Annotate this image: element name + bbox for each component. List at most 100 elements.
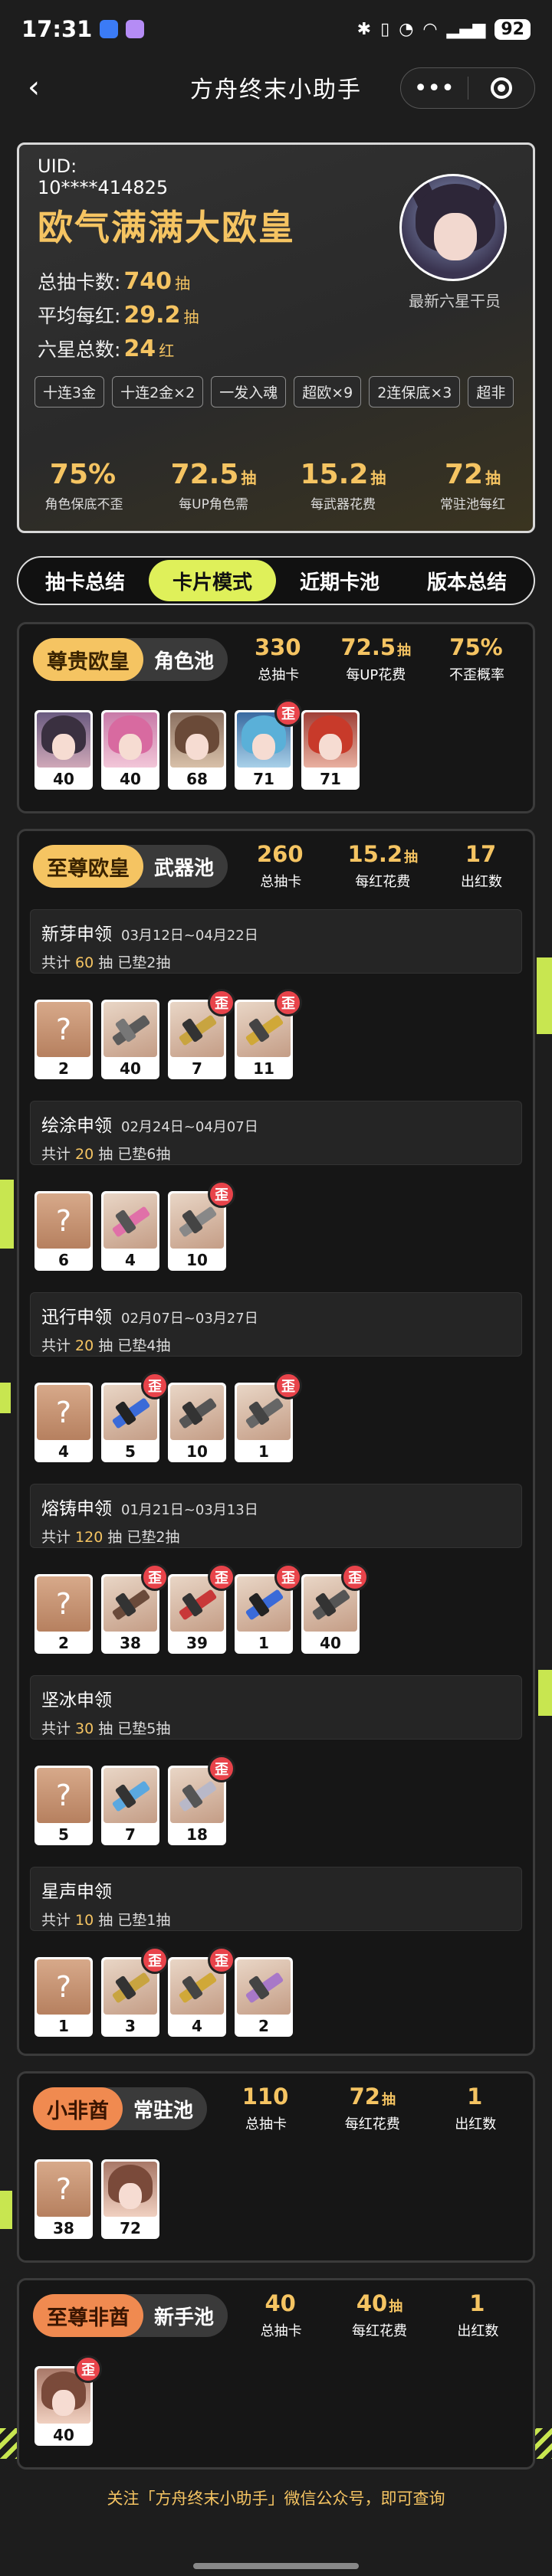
pool-stat: 40 总抽卡 bbox=[260, 2290, 302, 2339]
weapon-card[interactable]: 11 歪 bbox=[235, 989, 302, 1079]
off-banner-badge: 歪 bbox=[208, 1563, 235, 1591]
tab-version-summary[interactable]: 版本总结 bbox=[403, 560, 531, 601]
avatar-caption: 最新六星干员 bbox=[409, 292, 501, 310]
close-button[interactable] bbox=[468, 68, 535, 108]
unknown-card[interactable]: ? 38 bbox=[34, 2159, 93, 2239]
profile-metrics: 75% 角色保底不歪 72.5 抽每UP角色需 15.2 抽每武器花费 72 抽常驻池每… bbox=[19, 459, 537, 512]
unknown-card[interactable]: ? 6 bbox=[34, 1191, 93, 1271]
operator-card[interactable]: 72 bbox=[101, 2159, 159, 2239]
banner-name: 绘涂申领 bbox=[41, 1116, 112, 1136]
pool-stat: 17 出红数 bbox=[461, 840, 502, 890]
weapon-card[interactable]: 3歪 bbox=[101, 1946, 169, 2037]
pool-stat: 15.2 抽每红花费 bbox=[347, 840, 419, 890]
achievement-tags: 十连3金 十连2金×2 一发入魂 超欧×9 2连保底×3 超非 bbox=[34, 376, 525, 408]
weapon-cards: ? 2 40 7歪 11 歪 bbox=[34, 989, 302, 1079]
operator-card[interactable]: 68 bbox=[168, 710, 226, 790]
weapon-cards: ? 6 4 10 歪 bbox=[34, 1180, 235, 1271]
weapon-card[interactable]: 10 bbox=[168, 1383, 226, 1462]
operator-card[interactable]: 40 歪 bbox=[34, 2355, 102, 2446]
vibrate-icon: ▯ bbox=[380, 19, 390, 39]
banner-name: 迅行申领 bbox=[41, 1308, 112, 1327]
wifi-icon: ◠ bbox=[422, 19, 438, 39]
status-bar: 17:31 ✱ ▯ ◔ ◠ ▂▄▆ 92 bbox=[0, 0, 552, 58]
achievement-tag: 超欧×9 bbox=[294, 376, 362, 408]
off-banner-badge: 歪 bbox=[274, 699, 302, 727]
signal-icon: ▂▄▆ bbox=[446, 19, 486, 39]
status-time: 17:31 bbox=[21, 16, 93, 42]
character-cards: 40 40 68 71 歪 71 bbox=[34, 699, 360, 790]
weapon-card[interactable]: 5歪 bbox=[101, 1372, 169, 1462]
uid-value: 10****414825 bbox=[38, 177, 169, 198]
off-banner-badge: 歪 bbox=[74, 2355, 102, 2383]
weapon-card[interactable]: 39 歪 bbox=[168, 1563, 235, 1654]
pool-stat: 330 总抽卡 bbox=[254, 633, 301, 683]
off-banner-badge: 歪 bbox=[274, 1563, 302, 1591]
achievement-tag: 十连2金×2 bbox=[112, 376, 204, 408]
weapon-card[interactable]: 1歪 bbox=[235, 1563, 302, 1654]
banner-name: 坚冰申领 bbox=[41, 1691, 112, 1710]
pool-header: 至尊欧皇 武器池 260 总抽卡 15.2 抽每红花费 17 出红数 bbox=[33, 840, 524, 890]
operator-card[interactable]: 40 bbox=[101, 710, 159, 790]
operator-card[interactable]: 71 bbox=[301, 710, 360, 790]
banner-name: 熔铸申领 bbox=[41, 1499, 112, 1519]
banner-summary: 共计 20 抽 已垫6抽 bbox=[41, 1146, 171, 1163]
standard-pool-section: 小非酋 常驻池 110 总抽卡 72 抽每红花费 1 出红数 ? 38 72 bbox=[17, 2071, 535, 2263]
weapon-card[interactable]: 1歪 bbox=[235, 1372, 302, 1462]
unknown-card[interactable]: ? 2 bbox=[34, 1574, 93, 1654]
operator-card[interactable]: 40 bbox=[34, 710, 93, 790]
unknown-card[interactable]: ? 4 bbox=[34, 1383, 93, 1462]
weapon-banner-row[interactable]: 坚冰申领 共计 30 抽 已垫5抽 bbox=[30, 1675, 522, 1740]
more-button[interactable]: ••• bbox=[401, 68, 468, 108]
achievement-tag: 一发入魂 bbox=[211, 376, 287, 408]
deco-stripe-right bbox=[538, 1670, 552, 1716]
close-icon bbox=[490, 77, 512, 99]
unknown-card[interactable]: ? 5 bbox=[34, 1766, 93, 1845]
battery-indicator: 92 bbox=[495, 18, 531, 40]
deco-stripe-left bbox=[0, 1180, 14, 1249]
nav-bar: ‹ 方舟终末小助手 ••• bbox=[0, 58, 552, 116]
weapon-banner-row[interactable]: 绘涂申领 02月24日~04月07日 共计 20 抽 已垫6抽 bbox=[30, 1101, 522, 1165]
weapon-banner-row[interactable]: 迅行申领 02月07日~03月27日 共计 20 抽 已垫4抽 bbox=[30, 1292, 522, 1357]
phone-notification-icon bbox=[126, 20, 145, 38]
off-banner-badge: 歪 bbox=[274, 1372, 302, 1399]
metric: 75% 角色保底不歪 bbox=[44, 459, 123, 512]
weapon-cards: ? 5 7 18 歪 bbox=[34, 1755, 235, 1845]
off-banner-badge: 歪 bbox=[141, 1563, 169, 1591]
stat-six-star-total: 六星总数: 24 红 bbox=[38, 336, 175, 362]
weapon-card[interactable]: 4歪 bbox=[168, 1946, 235, 2037]
profile-title: 欧气满满大欧皇 bbox=[38, 207, 295, 248]
weapon-card[interactable]: 7 bbox=[101, 1766, 159, 1845]
weapon-card[interactable]: 2 bbox=[235, 1957, 293, 2037]
footer-note: 关注「方舟终末小助手」微信公众号，即可查询 bbox=[107, 2489, 445, 2508]
pool-rank-badge: 至尊非酋 bbox=[33, 2294, 143, 2337]
pool-stat: 40 抽每红花费 bbox=[352, 2290, 407, 2339]
deco-stripe-left bbox=[0, 2191, 12, 2229]
tab-pull-summary[interactable]: 抽卡总结 bbox=[21, 560, 149, 601]
achievement-tag: 十连3金 bbox=[34, 376, 105, 408]
home-indicator[interactable] bbox=[193, 2563, 359, 2569]
weapon-banner-row[interactable]: 星声申领 共计 10 抽 已垫1抽 bbox=[30, 1867, 522, 1931]
pool-stat: 1 出红数 bbox=[457, 2290, 499, 2339]
weapon-card[interactable]: 38 歪 bbox=[101, 1563, 169, 1654]
weapon-card[interactable]: 4 bbox=[101, 1191, 159, 1271]
off-banner-badge: 歪 bbox=[141, 1372, 169, 1399]
pool-header: 尊贵欧皇 角色池 330 总抽卡 72.5 抽每UP花费 75% 不歪概率 bbox=[33, 633, 524, 683]
weapon-card[interactable]: 10 歪 bbox=[168, 1180, 235, 1271]
banner-name: 新芽申领 bbox=[41, 925, 112, 944]
weapon-banner-row[interactable]: 熔铸申领 01月21日~03月13日 共计 120 抽 已垫2抽 bbox=[30, 1484, 522, 1548]
alarm-icon: ◔ bbox=[399, 19, 414, 39]
weapon-card[interactable]: 40 歪 bbox=[301, 1563, 369, 1654]
tab-card-mode[interactable]: 卡片模式 bbox=[149, 560, 276, 601]
tab-recent-pools[interactable]: 近期卡池 bbox=[276, 560, 403, 601]
banner-date: 03月12日~04月22日 bbox=[121, 928, 258, 944]
stat-avg-per-six: 平均每红: 29.2 抽 bbox=[38, 302, 199, 329]
weapon-card[interactable]: 7歪 bbox=[168, 989, 235, 1079]
achievement-tag: 2连保底×3 bbox=[369, 376, 461, 408]
weapon-banner-row[interactable]: 新芽申领 03月12日~04月22日 共计 60 抽 已垫2抽 bbox=[30, 909, 522, 974]
unknown-card[interactable]: ? 1 bbox=[34, 1957, 93, 2037]
weapon-card[interactable]: 40 bbox=[101, 1000, 159, 1079]
unknown-card[interactable]: ? 2 bbox=[34, 1000, 93, 1079]
weapon-card[interactable]: 18 歪 bbox=[168, 1755, 235, 1845]
operator-card[interactable]: 71 歪 bbox=[235, 699, 302, 790]
back-icon[interactable]: ‹ bbox=[15, 69, 52, 106]
